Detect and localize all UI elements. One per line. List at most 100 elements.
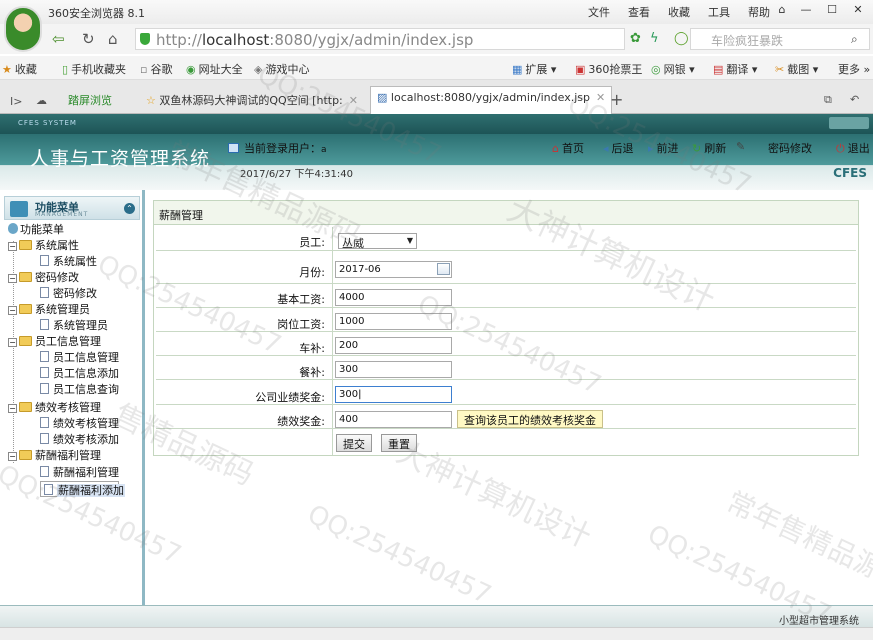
folder-icon [19,304,32,314]
bookmark-screenshot[interactable]: ✂ 截图 ▾ [775,61,818,77]
datetime: 2017/6/27 下午4:31:40 [240,169,354,180]
maximize-icon[interactable]: ☐ [821,3,843,19]
current-user-value: a [321,145,327,155]
bookmark-game-center[interactable]: ◈ 游戏中心 [254,61,309,77]
browser-menu: 文件 查看 收藏 工具 帮助 [588,4,788,20]
bookmark-more[interactable]: 更多 » [838,61,870,77]
speedup-icon[interactable]: ✿ [630,31,641,46]
back-icon[interactable]: ⇦ [52,30,65,48]
bookmark-site-directory[interactable]: ◉ 网址大全 [186,61,243,77]
tree-group-system-properties[interactable]: − 系统属性 [8,238,79,254]
nav-back[interactable]: ◂ 后退 [603,140,634,156]
search-icon[interactable]: ⌕ [851,32,858,47]
menu-item-tools[interactable]: 工具 [708,4,730,20]
search-engine-icon[interactable]: ◯ [674,31,689,46]
tree-item-employee-query[interactable]: 员工信息查询 [40,382,119,398]
bookmark-translate[interactable]: ▤ 翻译 ▾ [713,61,757,77]
month-input[interactable]: 2017-06 [335,261,452,278]
tab-close-icon[interactable]: ✕ [349,94,358,107]
calendar-icon[interactable] [437,263,450,275]
tree-item-admin[interactable]: 系统管理员 [40,318,108,334]
post-salary-label: 岗位工资: [277,318,325,331]
bookmark-google[interactable]: ▫ 谷歌 [140,61,172,77]
base-salary-input[interactable]: 4000 [335,289,452,306]
tree-root[interactable]: 功能菜单 [8,222,64,238]
post-salary-input[interactable]: 1000 [335,313,452,330]
bookmark-extensions[interactable]: ▦ 扩展 ▾ [512,61,556,77]
folder-icon [19,450,32,460]
tree-group-password[interactable]: − 密码修改 [8,270,79,286]
monitor-icon [228,143,239,153]
folder-icon [19,402,32,412]
lightning-icon[interactable]: ϟ [650,31,659,46]
star-icon: ★ [2,63,12,76]
tree-item-salary-manage[interactable]: 薪酬福利管理 [40,465,119,481]
menu-logo-icon [10,201,28,217]
tree-item-employee-add[interactable]: 员工信息添加 [40,366,119,382]
menu-item-view[interactable]: 查看 [628,4,650,20]
tab-scroll-left-icon[interactable]: I> [4,91,28,113]
close-icon[interactable]: ✕ [847,3,869,19]
nav-forward[interactable]: ▸ 前进 [648,140,679,156]
menu-item-help[interactable]: 帮助 [748,4,770,20]
page-icon: ▫ [140,63,148,76]
document-icon [40,319,49,330]
page-icon: ▨ [377,91,388,104]
menu-item-favorites[interactable]: 收藏 [668,4,690,20]
star-icon: ☆ [146,94,156,107]
tree-item-password[interactable]: 密码修改 [40,286,97,302]
tree-group-salary[interactable]: − 薪酬福利管理 [8,448,101,464]
car-allowance-input[interactable]: 200 [335,337,452,354]
search-input[interactable]: 车险疯狂暴跌 [690,28,870,50]
tree-group-performance[interactable]: − 绩效考核管理 [8,400,101,416]
perf-bonus-input[interactable]: 400 [335,411,452,428]
nav-change-password[interactable]: 密码修改 [768,140,812,156]
meal-allowance-label: 餐补: [299,366,325,379]
document-icon [40,287,49,298]
window-controls[interactable] [829,117,869,129]
new-tab-icon[interactable]: + [604,86,629,109]
security-shield-icon [140,33,150,45]
bookmark-ticket[interactable]: ▣ 360抢票王 [575,61,642,77]
pin-icon[interactable]: ⌂ [771,3,793,19]
nav-refresh[interactable]: ↻ 刷新 [692,140,726,156]
submit-button[interactable]: 提交 [336,434,372,452]
cloud-icon[interactable]: ☁ [30,90,53,112]
document-icon [40,417,49,428]
query-perf-bonus-button[interactable]: 查询该员工的绩效考核奖金 [457,410,603,428]
tree-group-admin[interactable]: − 系统管理员 [8,302,90,318]
settings-icon[interactable]: ✎ [736,140,745,153]
reset-button[interactable]: 重置 [381,434,417,452]
tab-split-screen[interactable]: 踏屏浏览 [62,88,118,110]
tree-item-system-properties[interactable]: 系统属性 [40,254,97,270]
url-input[interactable]: http://localhost:8080/ygjx/admin/index.j… [135,28,625,50]
collapse-icon[interactable]: ⌃ [124,203,135,214]
tab-qq-space[interactable]: ☆ 双鱼林源码大神调试的QQ空间 [http: ✕ [140,88,364,110]
menu-item-file[interactable]: 文件 [588,4,610,20]
tree-item-performance-manage[interactable]: 绩效考核管理 [40,416,119,432]
reload-icon[interactable]: ↻ [82,30,95,48]
home-icon[interactable]: ⌂ [108,30,118,48]
bookmark-favorites[interactable]: ★ 收藏 [2,61,37,77]
employee-select[interactable]: 丛威 ▼ [338,233,417,250]
car-allowance-label: 车补: [299,342,325,355]
user-avatar[interactable] [4,6,42,52]
month-label: 月份: [299,266,325,279]
undo-close-icon[interactable]: ↶ [844,89,865,111]
tree-item-employee-manage[interactable]: 员工信息管理 [40,350,119,366]
tree-item-salary-add[interactable]: 薪酬福利添加 [40,481,125,497]
minimize-icon[interactable]: — [795,3,817,19]
nav-home[interactable]: ⌂ 首页 [552,140,584,156]
bookmark-mobile[interactable]: ▯ 手机收藏夹 [62,61,126,77]
nav-logout[interactable]: ⏻ 退出 [836,140,870,156]
bookmark-bank[interactable]: ◎ 网银 ▾ [651,61,695,77]
folder-icon [19,240,32,250]
search-placeholder: 车险疯狂暴跌 [711,34,784,48]
tab-localhost[interactable]: ▨ localhost:8080/ygjx/admin/index.jsp ✕ [370,86,613,114]
restore-tab-icon[interactable]: ⧉ [818,89,838,111]
company-bonus-input[interactable]: 300| [335,386,452,403]
forward-icon: ▸ [648,142,654,155]
meal-allowance-input[interactable]: 300 [335,361,452,378]
tree-item-performance-add[interactable]: 绩效考核添加 [40,432,119,448]
tree-group-employee[interactable]: − 员工信息管理 [8,334,101,350]
